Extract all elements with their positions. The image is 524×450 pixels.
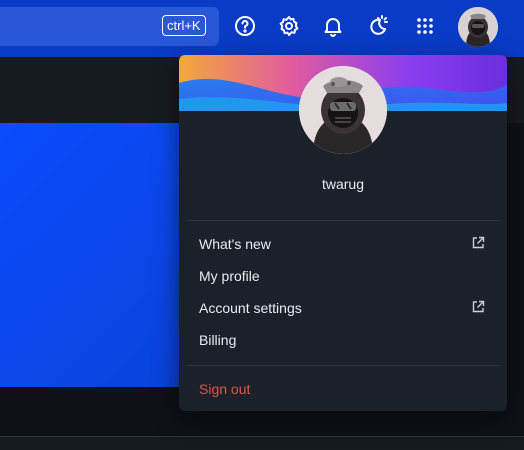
menu-item-billing[interactable]: Billing <box>187 324 499 356</box>
menu-item-label: Account settings <box>199 300 302 316</box>
app-window: ctrl+K twarug What's new My profile Acco… <box>0 0 524 450</box>
keyboard-shortcut-hint: ctrl+K <box>162 15 206 36</box>
gear-icon[interactable] <box>277 14 301 38</box>
banner-panel <box>0 123 200 387</box>
menu-item-account-settings[interactable]: Account settings <box>187 292 499 324</box>
top-bar: ctrl+K <box>0 0 524 57</box>
profile-username: twarug <box>321 176 365 192</box>
theme-icon[interactable] <box>365 14 389 38</box>
profile-avatar <box>299 66 387 154</box>
menu-item-label: My profile <box>199 268 260 284</box>
account-dropdown: twarug What's new My profile Account set… <box>179 55 507 411</box>
external-link-icon <box>472 300 485 313</box>
sign-out-button[interactable]: Sign out <box>187 373 499 405</box>
menu-item-whats-new[interactable]: What's new <box>187 228 499 260</box>
footer-strip <box>0 436 524 450</box>
help-icon[interactable] <box>233 14 257 38</box>
search-input[interactable]: ctrl+K <box>0 7 219 46</box>
menu-item-my-profile[interactable]: My profile <box>187 260 499 292</box>
apps-grid-icon[interactable] <box>413 14 437 38</box>
bell-icon[interactable] <box>321 14 345 38</box>
sign-out-label: Sign out <box>199 381 251 397</box>
menu-item-label: Billing <box>199 332 237 348</box>
menu-divider <box>187 365 499 366</box>
user-avatar-button[interactable] <box>458 7 498 47</box>
menu-item-label: What's new <box>199 236 271 252</box>
menu-divider <box>187 220 499 221</box>
external-link-icon <box>472 236 485 249</box>
